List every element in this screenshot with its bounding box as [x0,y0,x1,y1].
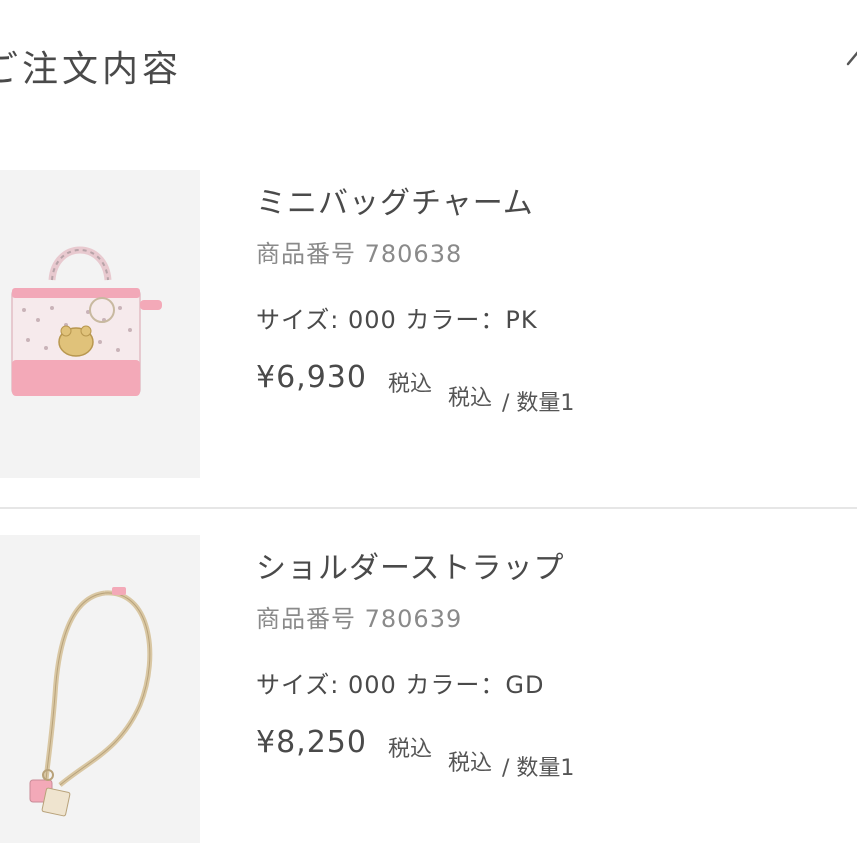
order-item: ショルダーストラップ 商品番号 780639 サイズ: 000 カラー：GD ¥… [0,535,857,845]
product-code: 商品番号 780639 [256,605,463,633]
tax-label-secondary: 税込 [448,751,493,776]
order-item: ミニバッグチャーム 商品番号 780638 サイズ: 000 カラー：PK ¥6… [0,170,857,480]
item-divider [0,507,857,509]
product-spec: サイズ: 000 カラー：GD [256,671,545,699]
price-row: ¥6,930 税込 税込 / 数量1 [256,360,816,420]
quantity: / 数量1 [502,756,575,781]
product-spec: サイズ: 000 カラー：PK [256,306,538,334]
order-details-header: ご注文内容 [0,0,857,130]
product-image[interactable] [0,535,200,843]
product-code: 商品番号 780638 [256,240,463,268]
page-title: ご注文内容 [0,49,183,90]
chevron-up-icon[interactable] [846,44,857,72]
tax-label: 税込 [388,737,433,762]
product-name[interactable]: ショルダーストラップ [256,543,565,587]
tax-label-secondary: 税込 [448,386,493,411]
price-row: ¥8,250 税込 税込 / 数量1 [256,725,816,785]
tax-label: 税込 [388,372,433,397]
product-name[interactable]: ミニバッグチャーム [256,178,534,222]
product-price: ¥6,930 [256,360,367,395]
shoulder-strap-image [29,587,153,817]
mini-bag-charm-image [11,246,162,396]
product-price: ¥8,250 [256,725,367,760]
quantity: / 数量1 [502,391,575,416]
product-image[interactable] [0,170,200,478]
